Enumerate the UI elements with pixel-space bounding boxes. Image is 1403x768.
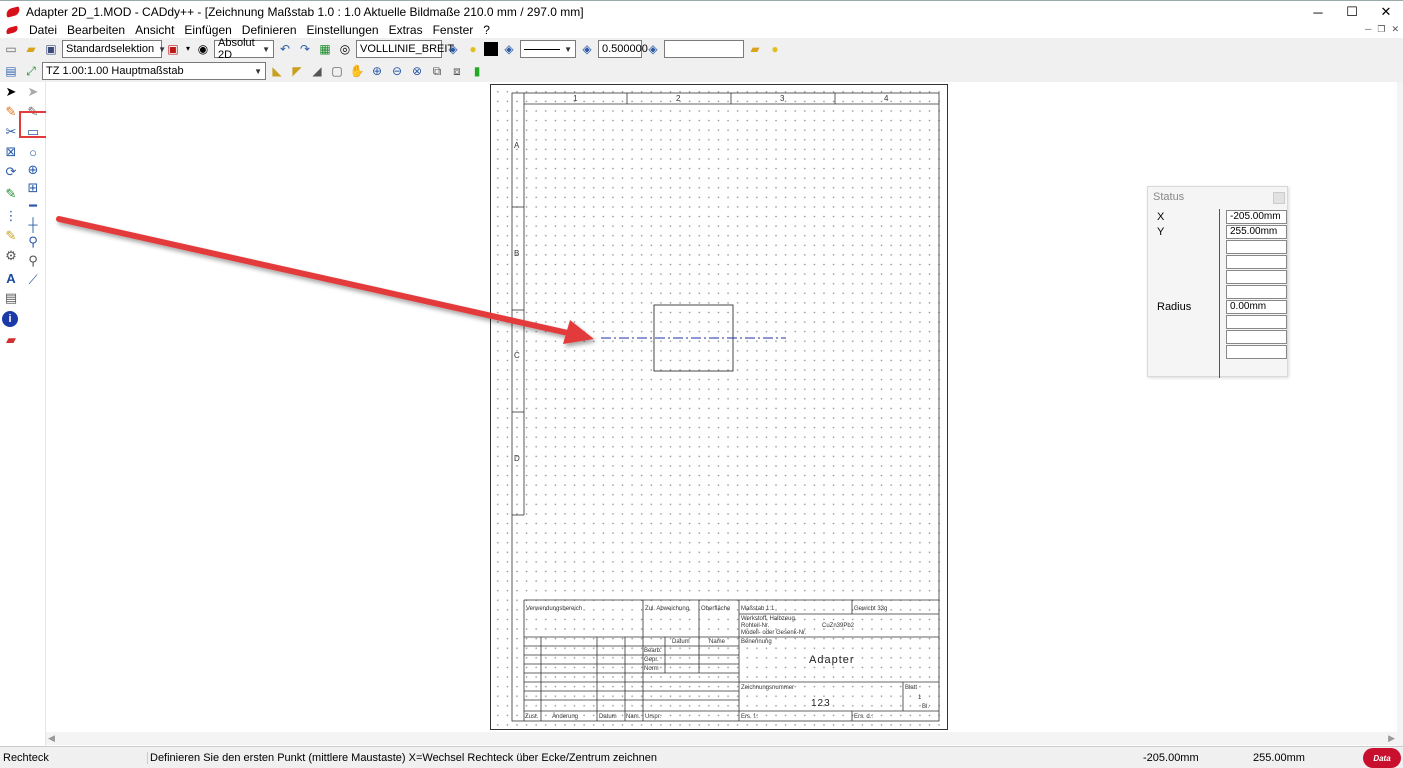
status-row-y: Y 255.00mm: [1148, 225, 1289, 240]
tb-modell: Modell- oder Gesenk-Nr.: [741, 630, 807, 636]
status-panel-close-button[interactable]: [1273, 192, 1285, 204]
empty-field[interactable]: [1226, 255, 1287, 269]
brand-logo: Data: [1363, 748, 1401, 768]
status-row-empty: [1148, 330, 1289, 345]
tb-verwendungsbereich: Verwendungsbereich: [526, 606, 582, 612]
row-label-c: C: [514, 351, 520, 360]
empty-field[interactable]: [1226, 330, 1287, 344]
tb-nam: Nam.: [626, 714, 641, 720]
row-label-d: D: [514, 454, 520, 463]
row-label-a: A: [514, 141, 520, 150]
tb-gewicht: Gewicht 33g: [854, 606, 887, 612]
status-mode: Rechteck: [0, 751, 148, 764]
x-label: X: [1157, 211, 1165, 223]
column-label-4: 4: [884, 94, 889, 103]
tb-aenderung: Änderung: [552, 713, 578, 720]
tb-datum: Datum: [599, 714, 617, 720]
tb-urspr: Urspr.: [645, 714, 661, 720]
status-row-radius: Radius 0.00mm: [1148, 300, 1289, 315]
tb-benennung: Benennung: [741, 639, 772, 645]
column-label-3: 3: [780, 94, 785, 103]
status-panel: Status X -205.00mm Y 255.00mm Radius 0.0…: [1147, 186, 1289, 378]
empty-field[interactable]: [1226, 285, 1287, 299]
tb-blatt: Blatt: [905, 685, 917, 691]
tb-rohteil: Rohteil-Nr.: [741, 623, 770, 629]
status-row-empty: [1148, 315, 1289, 330]
tb-name-header: Name: [709, 639, 726, 645]
tb-norm: Norm: [644, 666, 659, 672]
tb-ers-f: Ers. f.:: [741, 714, 759, 720]
status-row-empty: [1148, 285, 1289, 300]
status-row-empty: [1148, 240, 1289, 255]
status-message: Definieren Sie den ersten Punkt (mittler…: [150, 751, 657, 764]
tb-bearb: Bearb.: [644, 648, 662, 654]
tb-zeichnungsnummer: Zeichnungsnummer: [741, 685, 794, 691]
tb-material: CuZn39Pb2: [822, 623, 855, 629]
status-row-empty: [1148, 255, 1289, 270]
empty-field[interactable]: [1226, 315, 1287, 329]
tb-part-name: Adapter: [809, 654, 855, 666]
y-label: Y: [1157, 226, 1165, 238]
status-panel-title: Status: [1153, 191, 1185, 203]
empty-field[interactable]: [1226, 345, 1287, 359]
status-bar: Rechteck Definieren Sie den ersten Punkt…: [0, 746, 1403, 768]
row-label-b: B: [514, 249, 519, 258]
empty-field[interactable]: [1226, 240, 1287, 254]
radius-value-field[interactable]: 0.00mm: [1226, 300, 1287, 314]
status-x-coordinate: -205.00mm: [1143, 751, 1199, 764]
tb-drawing-number: 123: [811, 698, 831, 709]
column-label-2: 2: [676, 94, 681, 103]
status-row-x: X -205.00mm: [1148, 210, 1289, 225]
column-label-1: 1: [573, 94, 578, 103]
empty-field[interactable]: [1226, 270, 1287, 284]
tb-massstab: Maßstab 1:1: [741, 606, 775, 612]
tb-blatt-bl: Bl.: [922, 704, 929, 710]
status-row-empty: [1148, 345, 1289, 360]
tb-zul-abweichung: Zul. Abweichung: [645, 606, 689, 612]
x-value-field[interactable]: -205.00mm: [1226, 210, 1287, 224]
tb-gepr: Gepr.: [644, 657, 659, 663]
status-row-empty: [1148, 270, 1289, 285]
tb-werkstoff: Werkstoff, Halbzeug: [741, 616, 795, 622]
tb-ers-d: Ers. d.:: [854, 714, 873, 720]
tb-zust: Zust.: [525, 714, 539, 720]
radius-label: Radius: [1157, 301, 1192, 313]
tb-blatt-nr: 1: [918, 695, 922, 701]
tb-datum-header: Datum: [672, 639, 690, 645]
tb-oberflaeche: Oberfläche: [701, 606, 731, 612]
sheet-drawing: 1 2 3 4 A B C D Verwendungsbereich Zul. …: [511, 92, 940, 722]
y-value-field[interactable]: 255.00mm: [1226, 225, 1287, 239]
